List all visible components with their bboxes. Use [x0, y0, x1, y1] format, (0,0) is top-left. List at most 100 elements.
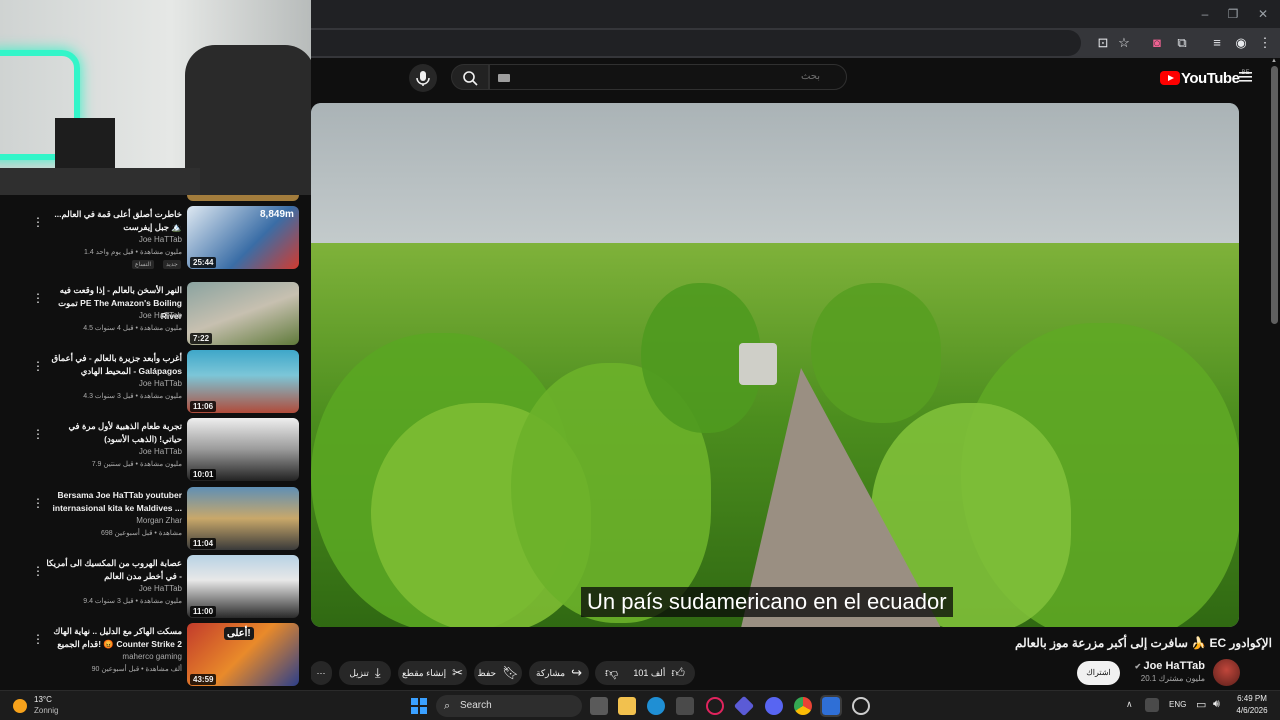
video-duration: 25:44 — [190, 257, 217, 268]
related-video-meta: 90 ألف مشاهدة • قبل أسبوعين — [91, 666, 182, 673]
windows-taskbar: 13°C Zonnig ⌕ Search ∧ ENG ▭ 🔊︎ 6:49 PM … — [0, 690, 1280, 720]
video-duration: 7:22 — [190, 333, 213, 344]
more-options-icon[interactable]: ⋮ — [32, 497, 44, 509]
media-icon[interactable]: ≡ — [1208, 34, 1226, 52]
profile-icon[interactable]: ◉ — [1232, 34, 1250, 52]
page-scrollbar[interactable] — [1271, 66, 1278, 324]
puzzle-icon[interactable]: ⧉ — [1173, 34, 1191, 52]
browser-titlebar: – ❐ ✕ — [311, 0, 1280, 28]
related-video-channel: Joe HaTTab — [138, 311, 182, 320]
taskbar-search[interactable]: ⌕ Search — [436, 695, 582, 717]
more-options-icon[interactable]: ⋮ — [32, 633, 44, 645]
related-video-title: مسكت الهاكر مع الدليل .. نهاية الهاك قدا… — [53, 626, 182, 649]
file-explorer-icon[interactable] — [618, 697, 636, 715]
download-button[interactable]: تنزيل ⤓ — [339, 661, 391, 685]
share-label: مشاركة — [536, 667, 566, 678]
hamburger-menu-icon[interactable] — [1239, 70, 1253, 84]
task-view-icon[interactable] — [590, 697, 608, 715]
related-video-title: Bersama Joe HaTTab youtuber internasiona… — [52, 490, 182, 513]
download-icon: ⤓ — [374, 665, 381, 680]
related-videos-list: 8,849m 25:44 ⋮ خاطرت أصلق أعلى قمة في ال… — [0, 195, 311, 690]
video-duration: 10:01 — [190, 469, 217, 480]
tray-chevron-icon[interactable]: ∧ — [1126, 699, 1133, 710]
more-actions-button[interactable]: ⋯ — [310, 661, 332, 685]
save-label: حفظ — [477, 667, 497, 678]
maximize-button[interactable]: ❐ — [1225, 6, 1241, 22]
partial-thumbnail — [187, 195, 299, 201]
related-video-item[interactable]: 11:04 ⋮ Bersama Joe HaTTab youtuber inte… — [0, 487, 311, 553]
related-video-channel: Morgan Zhar — [136, 516, 182, 525]
more-options-icon[interactable]: ⋮ — [32, 565, 44, 577]
bookmark-icon: 🔖︎ — [502, 665, 519, 680]
related-video-item[interactable]: 11:00 ⋮ عصابة الهروب من المكسيك الى أمري… — [0, 555, 311, 621]
star-icon[interactable]: ☆ — [1115, 34, 1133, 52]
youtube-logo[interactable]: YouTube BE — [1160, 69, 1249, 87]
minimize-button[interactable]: – — [1197, 6, 1213, 22]
video-player[interactable]: Un país sudamericano en el ecuador — [311, 103, 1239, 627]
channel-name-text: Joe HaTTab — [1143, 660, 1205, 672]
search-placeholder: بحث — [800, 71, 820, 82]
related-video-item[interactable]: 8,849m 25:44 ⋮ خاطرت أصلق أعلى قمة في ال… — [0, 206, 311, 272]
channel-name[interactable]: ✔ Joe HaTTab — [1130, 660, 1205, 672]
extension-icon[interactable]: ◙ — [1148, 34, 1166, 52]
app-icon[interactable] — [733, 695, 755, 717]
windows-start-icon[interactable] — [410, 697, 428, 715]
search-icon: ⌕ — [444, 700, 451, 712]
mic-icon — [416, 71, 430, 86]
more-options-icon[interactable]: ⋮ — [32, 428, 44, 440]
subscribe-button[interactable]: اشتراك — [1077, 661, 1120, 685]
search-input[interactable]: بحث — [489, 64, 847, 90]
dislike-icon[interactable]: 👎︎ — [605, 665, 618, 681]
network-icon[interactable]: ▭ — [1196, 698, 1206, 711]
related-video-item[interactable]: أعلى! 43:59 ⋮ مسكت الهاكر مع الدليل .. ن… — [0, 623, 311, 689]
store-icon[interactable] — [676, 697, 694, 715]
active-app-icon[interactable] — [820, 695, 842, 717]
discord-icon[interactable] — [765, 697, 783, 715]
edge-icon[interactable] — [647, 697, 665, 715]
like-icon[interactable]: 👍︎ — [671, 665, 685, 681]
clock-date[interactable]: 4/6/2026 — [1232, 706, 1272, 715]
related-video-item[interactable]: 10:01 ⋮ تجربة طعام الذهبية لأول مرة في ح… — [0, 418, 311, 484]
voice-search-button[interactable] — [409, 64, 437, 92]
related-video-meta: 698 مشاهدة • قبل أسبوعين — [101, 530, 182, 537]
close-window-button[interactable]: ✕ — [1255, 6, 1271, 22]
share-icon: ↪ — [571, 665, 582, 680]
more-options-icon[interactable]: ⋮ — [32, 216, 44, 228]
related-video-channel: Joe HaTTab — [138, 379, 182, 388]
related-video-item[interactable]: 11:06 ⋮ أغرب وأبعد جزيرة بالعالم - في أع… — [0, 350, 311, 416]
download-label: تنزيل — [349, 667, 369, 678]
related-video-meta: 4.5 مليون مشاهدة • قبل 4 سنوات — [83, 325, 182, 332]
subscriber-count: 20.1 مليون مشترك — [1140, 674, 1205, 683]
related-video-title: تجربة طعام الذهبية لأول مرة في حياتي! (ا… — [68, 421, 182, 444]
browser-menu-icon[interactable]: ⋮ — [1256, 34, 1274, 52]
more-options-icon[interactable]: ⋮ — [32, 292, 44, 304]
related-video-title: عصابة الهروب من المكسيك الى أمريكا - في … — [46, 558, 182, 581]
related-video-item[interactable]: 7:22 ⋮ النهر الأسخن بالعالم - إذا وقعت ف… — [0, 282, 311, 348]
related-video-channel: maherco gaming — [122, 652, 182, 661]
install-icon[interactable]: ⊡ — [1094, 34, 1112, 52]
clock-time[interactable]: 6:49 PM — [1232, 694, 1272, 703]
url-field[interactable] — [311, 30, 1081, 56]
video-duration: 11:06 — [190, 401, 217, 412]
more-options-icon[interactable]: ⋮ — [32, 360, 44, 372]
clip-button[interactable]: إنشاء مقطع ✂ — [398, 661, 467, 685]
related-video-meta: 9.4 مليون مشاهدة • قبل 3 سنوات — [83, 598, 182, 605]
language-indicator[interactable]: ENG — [1169, 700, 1186, 709]
keyboard-icon[interactable] — [498, 74, 510, 82]
channel-avatar[interactable] — [1213, 659, 1240, 686]
related-video-title: أغرب وأبعد جزيرة بالعالم - في أعماق المح… — [51, 353, 182, 376]
chrome-icon[interactable] — [794, 697, 812, 715]
tray-app-icon[interactable] — [1145, 698, 1159, 712]
related-video-channel: Joe HaTTab — [138, 447, 182, 456]
search-button[interactable] — [451, 64, 489, 90]
related-video-meta: 7.9 مليون مشاهدة • قبل سنتين — [91, 461, 182, 468]
weather-sun-icon[interactable] — [13, 699, 27, 713]
clip-label: إنشاء مقطع — [402, 667, 447, 678]
volume-icon[interactable]: 🔊︎ — [1213, 698, 1220, 711]
video-duration: 43:59 — [190, 674, 217, 685]
save-button[interactable]: حفظ 🔖︎ — [474, 661, 522, 685]
scroll-up-arrow[interactable]: ▲ — [1271, 58, 1277, 64]
settings-icon[interactable] — [852, 697, 870, 715]
opera-icon[interactable] — [706, 697, 724, 715]
share-button[interactable]: مشاركة ↪ — [529, 661, 589, 685]
